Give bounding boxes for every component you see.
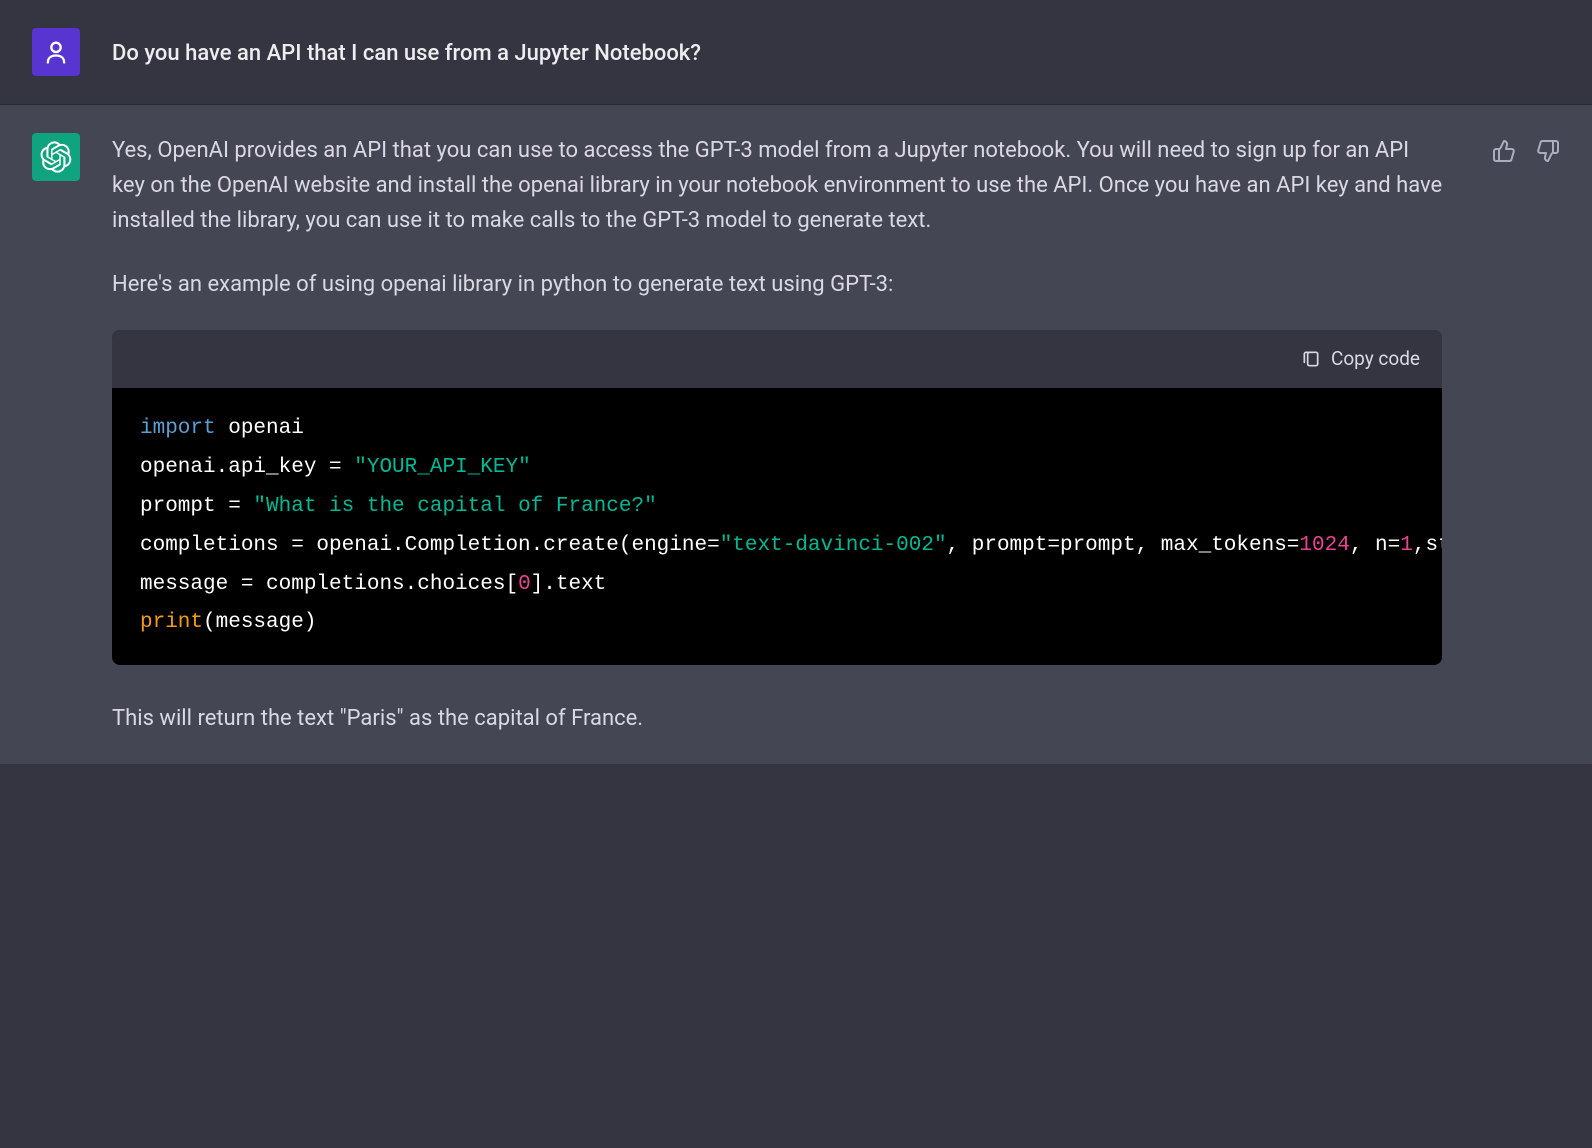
- user-avatar: [32, 28, 80, 76]
- code-token: import: [140, 417, 216, 440]
- assistant-paragraph-2: Here's an example of using openai librar…: [112, 267, 1444, 302]
- code-body: import openai openai.api_key = "YOUR_API…: [112, 388, 1442, 665]
- code-block: Copy code import openai openai.api_key =…: [112, 330, 1442, 665]
- assistant-message-content: Yes, OpenAI provides an API that you can…: [112, 133, 1444, 736]
- user-message-row: Do you have an API that I can use from a…: [0, 0, 1592, 105]
- code-token: prompt =: [140, 495, 253, 518]
- code-token: "What is the capital of France?": [253, 495, 656, 518]
- code-token: ,stop=: [1413, 534, 1442, 557]
- copy-code-label: Copy code: [1331, 344, 1420, 374]
- code-token: (message): [203, 611, 316, 634]
- code-token: message = completions.choices[: [140, 573, 518, 596]
- thumbs-down-icon: [1536, 139, 1560, 163]
- code-token: "text-davinci-002": [720, 534, 947, 557]
- code-token: ].text: [531, 573, 607, 596]
- thumbs-down-button[interactable]: [1536, 139, 1560, 736]
- code-token: print: [140, 611, 203, 634]
- assistant-message-row: Yes, OpenAI provides an API that you can…: [0, 105, 1592, 764]
- assistant-paragraph-3: This will return the text "Paris" as the…: [112, 701, 1444, 736]
- thumbs-up-button[interactable]: [1492, 139, 1516, 736]
- openai-icon: [40, 141, 72, 173]
- thumbs-up-icon: [1492, 139, 1516, 163]
- code-token: , n=: [1350, 534, 1400, 557]
- code-header: Copy code: [112, 330, 1442, 388]
- code-token: openai.api_key =: [140, 456, 354, 479]
- code-token: "YOUR_API_KEY": [354, 456, 530, 479]
- code-token: completions = openai.Completion.create(e…: [140, 534, 720, 557]
- code-token: 1: [1400, 534, 1413, 557]
- clipboard-icon: [1301, 349, 1321, 369]
- user-message-text: Do you have an API that I can use from a…: [112, 28, 1452, 76]
- code-token: 1024: [1299, 534, 1349, 557]
- code-token: 0: [518, 573, 531, 596]
- code-token: , prompt=prompt, max_tokens=: [947, 534, 1300, 557]
- code-token: openai: [216, 417, 304, 440]
- feedback-buttons: [1492, 133, 1560, 736]
- assistant-avatar: [32, 133, 80, 181]
- copy-code-button[interactable]: Copy code: [1301, 344, 1420, 374]
- assistant-paragraph-1: Yes, OpenAI provides an API that you can…: [112, 133, 1444, 239]
- user-icon: [42, 38, 70, 66]
